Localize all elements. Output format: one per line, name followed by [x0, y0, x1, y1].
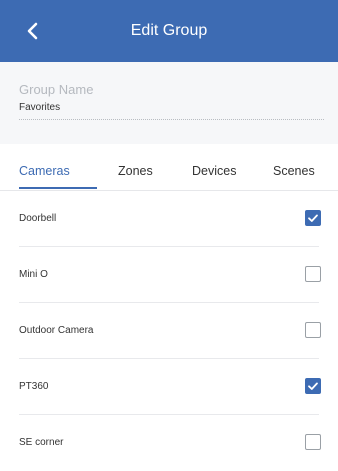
item-checkbox[interactable]	[305, 378, 321, 394]
list-item[interactable]: Outdoor Camera	[0, 303, 338, 359]
chevron-left-icon	[27, 22, 38, 40]
item-checkbox[interactable]	[305, 210, 321, 226]
group-name-label: Group Name	[19, 82, 94, 97]
active-tab-indicator	[19, 187, 97, 189]
list-item-label: Outdoor Camera	[19, 325, 94, 336]
tab-cameras[interactable]: Cameras	[19, 164, 70, 178]
app-header: Edit Group	[0, 0, 338, 62]
item-checkbox[interactable]	[305, 322, 321, 338]
list-item[interactable]: SE corner	[0, 415, 338, 471]
tab-zones[interactable]: Zones	[118, 164, 153, 178]
tab-bar: Cameras Zones Devices Scenes	[0, 156, 338, 191]
tab-devices[interactable]: Devices	[192, 164, 236, 178]
check-icon	[308, 214, 318, 222]
item-checkbox[interactable]	[305, 266, 321, 282]
group-name-input[interactable]: Favorites	[19, 102, 60, 113]
list-item[interactable]: Doorbell	[0, 191, 338, 247]
check-icon	[308, 382, 318, 390]
page-title: Edit Group	[130, 22, 208, 39]
item-checkbox[interactable]	[305, 434, 321, 450]
back-button[interactable]	[18, 14, 48, 48]
list-item-label: SE corner	[19, 437, 64, 448]
group-name-underline	[19, 119, 324, 120]
list-item[interactable]: Mini O	[0, 247, 338, 303]
list-item-label: Doorbell	[19, 213, 57, 224]
group-name-section: Group Name Favorites	[0, 62, 338, 144]
tab-scenes[interactable]: Scenes	[273, 164, 315, 178]
list-item-label: PT360	[19, 381, 49, 392]
list-item[interactable]: PT360	[0, 359, 338, 415]
list-item-label: Mini O	[19, 269, 48, 280]
